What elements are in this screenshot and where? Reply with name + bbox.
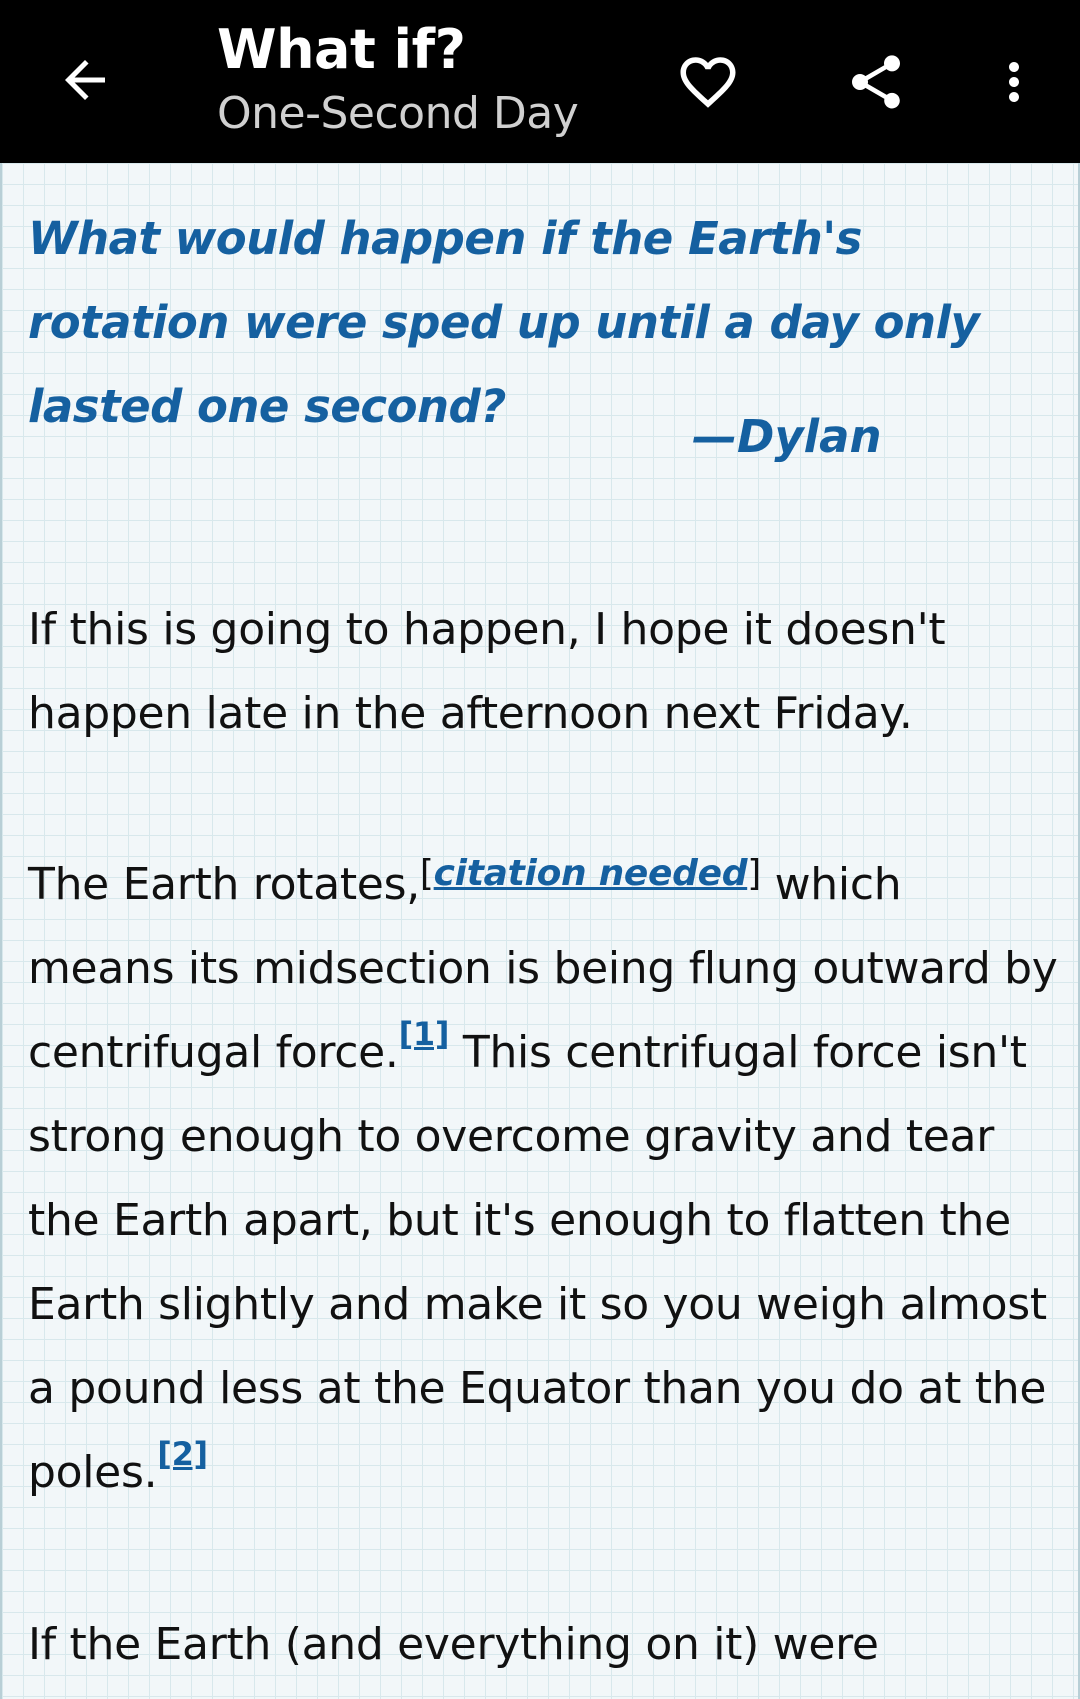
citation-needed-link[interactable]: citation needed [434, 853, 748, 894]
article-content[interactable]: What would happen if the Earth's rotatio… [0, 163, 1080, 1699]
arrow-left-icon [65, 60, 105, 100]
title-block: What if? One-Second Day [217, 18, 579, 142]
paragraph-2-text-a: The Earth rotates, [28, 859, 420, 910]
favorite-button[interactable] [666, 40, 750, 124]
citation-bracket-open: [ [419, 853, 434, 894]
citation-bracket-close: ] [747, 853, 761, 894]
question-text: What would happen if the Earth's rotatio… [28, 212, 980, 433]
share-icon [852, 55, 900, 109]
paragraph-1: If this is going to happen, I hope it do… [28, 604, 946, 739]
question-author: —Dylan [692, 410, 882, 463]
back-button[interactable] [40, 38, 130, 122]
paragraph-2: The Earth rotates,[citation needed] whic… [28, 843, 1058, 1515]
more-vertical-icon [1009, 62, 1019, 102]
paragraph-3: If the Earth (and everything on it) were [28, 1619, 879, 1670]
more-options-button[interactable] [972, 40, 1056, 124]
footnote-ref-1[interactable]: [1] [399, 1015, 450, 1053]
page-title: What if? [217, 18, 466, 81]
heart-icon [680, 57, 736, 108]
page-subtitle: One-Second Day [217, 88, 579, 139]
app-bar: What if? One-Second Day [0, 0, 1080, 163]
paragraph-2-text-c: This centrifugal force isn't strong enou… [28, 1027, 1047, 1498]
footnote-ref-2[interactable]: [2] [157, 1435, 208, 1473]
share-button[interactable] [834, 40, 918, 124]
citation-needed: [citation needed] [420, 853, 761, 894]
